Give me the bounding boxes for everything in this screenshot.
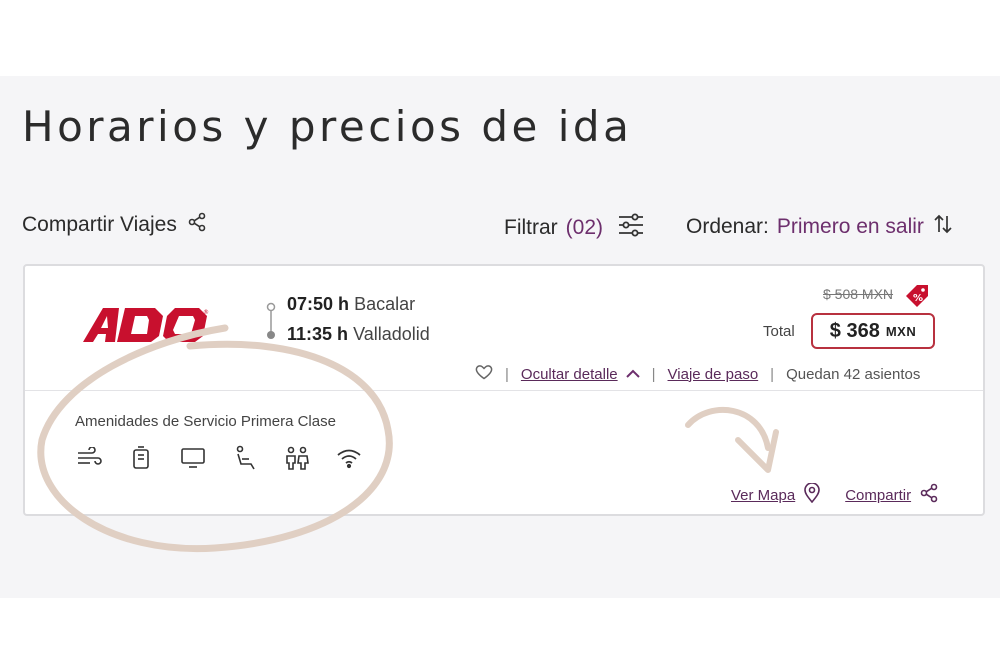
route-timeline xyxy=(265,302,277,347)
restroom-icon xyxy=(127,444,155,472)
discount-tag-icon: % xyxy=(903,282,931,315)
departure-city: Bacalar xyxy=(354,294,416,314)
amenities-list xyxy=(75,444,363,472)
trip-card: ® 07:50 h Bacalar 11:35 h Valladolid $ 5… xyxy=(23,264,985,516)
filter-label: Filtrar xyxy=(504,216,558,239)
filter-button[interactable]: Filtrar (02) xyxy=(504,213,645,243)
share-icon xyxy=(187,212,207,238)
heart-icon[interactable] xyxy=(475,364,493,384)
arrival-city: Valladolid xyxy=(353,324,430,344)
filter-count: (02) xyxy=(565,216,604,239)
share-trips-button[interactable]: Compartir Viajes xyxy=(22,212,207,238)
sort-arrows-icon xyxy=(932,213,954,241)
sort-value: Primero en salir xyxy=(776,215,924,238)
price-currency: MXN xyxy=(885,323,917,339)
chevron-up-icon[interactable] xyxy=(625,366,640,383)
restrooms-icon xyxy=(283,444,311,472)
filter-sliders-icon xyxy=(617,213,645,243)
hide-detail-link[interactable]: Ocultar detalle xyxy=(521,366,618,383)
separator: | xyxy=(651,365,656,383)
share-trip-link[interactable]: Compartir xyxy=(845,487,911,504)
separator: | xyxy=(505,365,509,383)
departure-row: 07:50 h Bacalar xyxy=(287,294,415,315)
transit-link[interactable]: Viaje de paso xyxy=(668,366,759,383)
bottom-links: Ver Mapa Compartir xyxy=(731,482,939,507)
sort-label: Ordenar: xyxy=(686,215,769,238)
reclining-seat-icon xyxy=(231,444,259,472)
amenities-title: Amenidades de Servicio Primera Clase xyxy=(75,413,336,430)
ado-logo: ® xyxy=(81,306,211,349)
tv-icon xyxy=(179,444,207,472)
price-box[interactable]: $ 368 MXN xyxy=(811,313,935,349)
arrival-row: 11:35 h Valladolid xyxy=(287,324,430,345)
svg-text:%: % xyxy=(913,293,923,304)
sort-button[interactable]: Ordenar: Primero en salir xyxy=(686,213,954,241)
page-title: Horarios y precios de ida xyxy=(22,102,633,151)
trip-actions: | Ocultar detalle | Viaje de paso | Qued… xyxy=(475,364,920,384)
wifi-icon xyxy=(335,444,363,472)
price-amount: $ 368 xyxy=(829,319,880,342)
share-icon[interactable] xyxy=(919,483,939,507)
share-trips-label: Compartir Viajes xyxy=(22,213,177,236)
card-divider xyxy=(25,390,983,391)
total-label: Total xyxy=(763,323,795,340)
separator: | xyxy=(770,365,775,383)
seats-left: Quedan 42 asientos xyxy=(786,365,921,383)
location-pin-icon[interactable] xyxy=(803,482,821,507)
departure-time: 07:50 h xyxy=(287,294,350,314)
arrival-time: 11:35 h xyxy=(287,324,349,344)
air-conditioning-icon xyxy=(75,444,103,472)
svg-text:®: ® xyxy=(203,309,209,316)
view-map-link[interactable]: Ver Mapa xyxy=(731,487,795,504)
old-price: $ 508 MXN xyxy=(823,286,894,302)
